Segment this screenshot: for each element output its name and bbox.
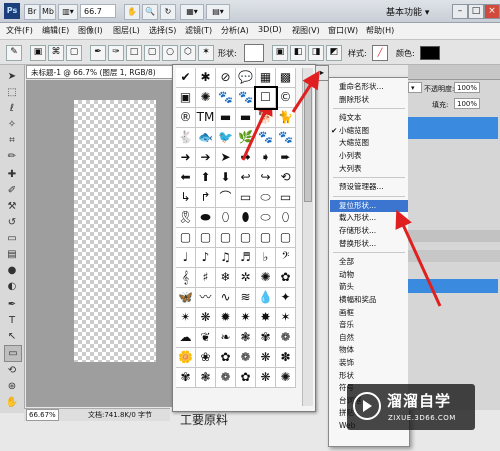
arrow-to-reset-shapes — [395, 209, 442, 307]
arrow-to-shape — [241, 96, 273, 161]
annotation-arrows — [241, 70, 442, 307]
arrow-to-menu-button — [291, 70, 320, 113]
shape-swatch[interactable]: ☐ — [254, 86, 278, 110]
